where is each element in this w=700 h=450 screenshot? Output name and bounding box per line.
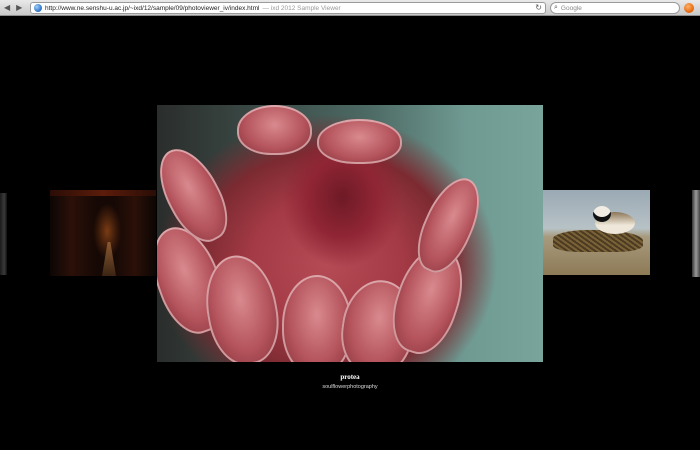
photo-tunnel[interactable] [50,190,156,276]
tunnel-beam [50,190,156,196]
rss-icon[interactable] [684,3,694,13]
nav-buttons: ◀ ▶ [4,3,30,13]
page-title: — ixd 2012 Sample Viewer [262,4,341,12]
caption-title: protea [340,373,360,381]
photo-edge-left[interactable] [0,193,7,275]
address-bar[interactable]: http://www.ne.senshu-u.ac.jp/~ixd/12/sam… [30,2,546,14]
petal [317,119,402,164]
caption-author: soulflowerphotography [322,384,378,390]
url-text: http://www.ne.senshu-u.ac.jp/~ixd/12/sam… [45,4,260,12]
reload-icon[interactable]: ↻ [535,3,542,13]
forward-icon[interactable]: ▶ [16,3,22,13]
bird-head [593,206,611,222]
search-placeholder: Google [560,4,582,12]
petal [237,105,312,155]
petal [406,169,492,281]
tunnel-floor [102,242,116,276]
petal [282,275,352,362]
search-input[interactable]: ⌕ Google [550,2,680,14]
bird-nest [553,230,643,252]
photo-protea[interactable] [157,105,543,362]
photo-bird[interactable] [543,190,650,275]
photo-edge-right[interactable] [692,190,700,277]
browser-toolbar: ◀ ▶ http://www.ne.senshu-u.ac.jp/~ixd/12… [0,0,700,16]
globe-icon [34,4,42,12]
back-icon[interactable]: ◀ [4,3,10,13]
photo-caption: protea soulflowerphotography [157,373,543,390]
search-icon: ⌕ [554,4,558,11]
